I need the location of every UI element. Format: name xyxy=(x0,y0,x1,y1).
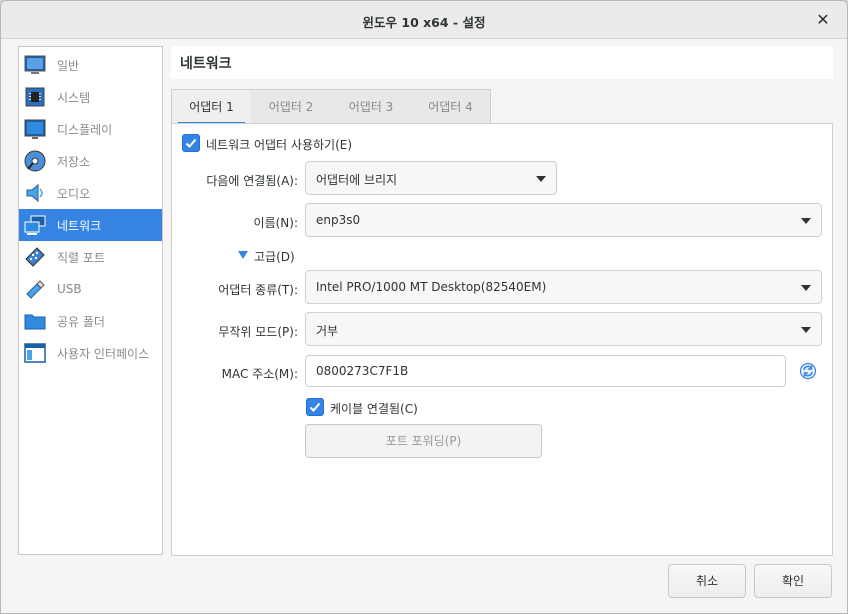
cancel-button[interactable]: 취소 xyxy=(668,564,746,598)
name-value: enp3s0 xyxy=(316,213,361,227)
adapter-type-value: Intel PRO/1000 MT Desktop(82540EM) xyxy=(316,280,547,294)
general-icon xyxy=(24,55,46,74)
window-title: 윈도우 10 x64 - 설정 xyxy=(362,15,486,30)
promiscuous-select[interactable]: 거부 xyxy=(305,312,822,346)
usb-icon xyxy=(26,280,45,299)
refresh-icon[interactable] xyxy=(799,362,817,380)
tab-adapter-3[interactable]: 어댑터 3 xyxy=(331,89,411,124)
adapter-type-label: 어댑터 종류(T): xyxy=(218,283,298,297)
sidebar-item-display[interactable]: 디스플레이 xyxy=(19,113,162,145)
sidebar-item-network[interactable]: 네트워크 xyxy=(19,209,162,241)
promiscuous-value: 거부 xyxy=(316,324,339,338)
sidebar-item-user-interface[interactable]: 사용자 인터페이스 xyxy=(19,337,162,369)
name-label: 이름(N): xyxy=(253,216,298,230)
ok-button[interactable]: 확인 xyxy=(754,564,832,598)
sidebar-item-label: 공유 폴더 xyxy=(57,314,105,329)
sidebar-item-label: 네트워크 xyxy=(57,218,102,233)
sidebar-item-label: 오디오 xyxy=(57,186,91,201)
tab-adapter-2[interactable]: 어댑터 2 xyxy=(251,89,331,124)
page-header: 네트워크 xyxy=(171,46,833,79)
sidebar-item-serial-port[interactable]: 직렬 포트 xyxy=(19,241,162,273)
mac-label: MAC 주소(M): xyxy=(221,367,298,381)
sidebar-item-label: 직렬 포트 xyxy=(57,250,105,265)
display-icon xyxy=(24,119,46,139)
attached-to-label: 다음에 연결됨(A): xyxy=(206,174,298,188)
close-button[interactable]: ✕ xyxy=(813,10,833,30)
user-interface-icon xyxy=(24,343,46,363)
check-icon xyxy=(309,402,321,412)
dropdown-arrow-icon xyxy=(801,327,811,333)
audio-icon xyxy=(26,183,43,203)
sidebar-item-storage[interactable]: 저장소 xyxy=(19,145,162,177)
title-bar: 윈도우 10 x64 - 설정 ✕ xyxy=(1,1,847,39)
attached-to-value: 어댑터에 브리지 xyxy=(316,173,398,187)
adapter-type-select[interactable]: Intel PRO/1000 MT Desktop(82540EM) xyxy=(305,270,822,304)
adapter-panel: 네트워크 어댑터 사용하기(E) 다음에 연결됨(A): 어댑터에 브리지 이름… xyxy=(171,123,833,556)
system-icon xyxy=(25,87,45,107)
sidebar-item-system[interactable]: 시스템 xyxy=(19,81,162,113)
port-forwarding-button[interactable]: 포트 포워딩(P) xyxy=(305,424,542,458)
settings-window: 윈도우 10 x64 - 설정 ✕ 일반 시스템 디스플레이 저장소 오디오 네… xyxy=(0,0,848,614)
dropdown-arrow-icon xyxy=(801,218,811,224)
sidebar-item-audio[interactable]: 오디오 xyxy=(19,177,162,209)
enable-adapter-label: 네트워크 어댑터 사용하기(E) xyxy=(206,138,353,152)
shared-folder-icon xyxy=(24,314,46,330)
serial-port-icon xyxy=(25,247,45,267)
mac-address-input[interactable]: 0800273C7F1B xyxy=(305,355,786,387)
storage-icon xyxy=(24,150,46,172)
sidebar-item-label: 사용자 인터페이스 xyxy=(57,346,150,361)
sidebar-item-general[interactable]: 일반 xyxy=(19,49,162,81)
cable-connected-label: 케이블 연결됨(C) xyxy=(330,402,418,416)
tab-adapter-4[interactable]: 어댑터 4 xyxy=(411,89,491,124)
dropdown-arrow-icon xyxy=(536,176,546,182)
settings-sidebar: 일반 시스템 디스플레이 저장소 오디오 네트워크 직렬 포트 USB 공유 폴… xyxy=(18,46,163,555)
sidebar-item-label: 디스플레이 xyxy=(57,122,113,137)
enable-adapter-checkbox[interactable] xyxy=(182,134,200,152)
page-title: 네트워크 xyxy=(180,56,232,72)
cable-connected-checkbox[interactable] xyxy=(306,398,324,416)
sidebar-item-label: 저장소 xyxy=(57,154,91,169)
attached-to-select[interactable]: 어댑터에 브리지 xyxy=(305,161,557,195)
sidebar-item-label: 시스템 xyxy=(57,90,91,105)
sidebar-item-label: 일반 xyxy=(57,58,80,73)
check-icon xyxy=(185,138,197,148)
close-icon: ✕ xyxy=(816,10,830,29)
name-select[interactable]: enp3s0 xyxy=(305,203,822,237)
dropdown-arrow-icon xyxy=(801,285,811,291)
sidebar-item-shared-folder[interactable]: 공유 폴더 xyxy=(19,305,162,337)
sidebar-item-usb[interactable]: USB xyxy=(19,273,162,305)
triangle-down-icon xyxy=(238,251,248,259)
advanced-label: 고급(D) xyxy=(254,250,295,264)
network-icon xyxy=(24,215,46,235)
promiscuous-label: 무작위 모드(P): xyxy=(218,325,298,339)
sidebar-item-label: USB xyxy=(57,282,82,296)
tab-adapter-1[interactable]: 어댑터 1 xyxy=(171,89,251,124)
